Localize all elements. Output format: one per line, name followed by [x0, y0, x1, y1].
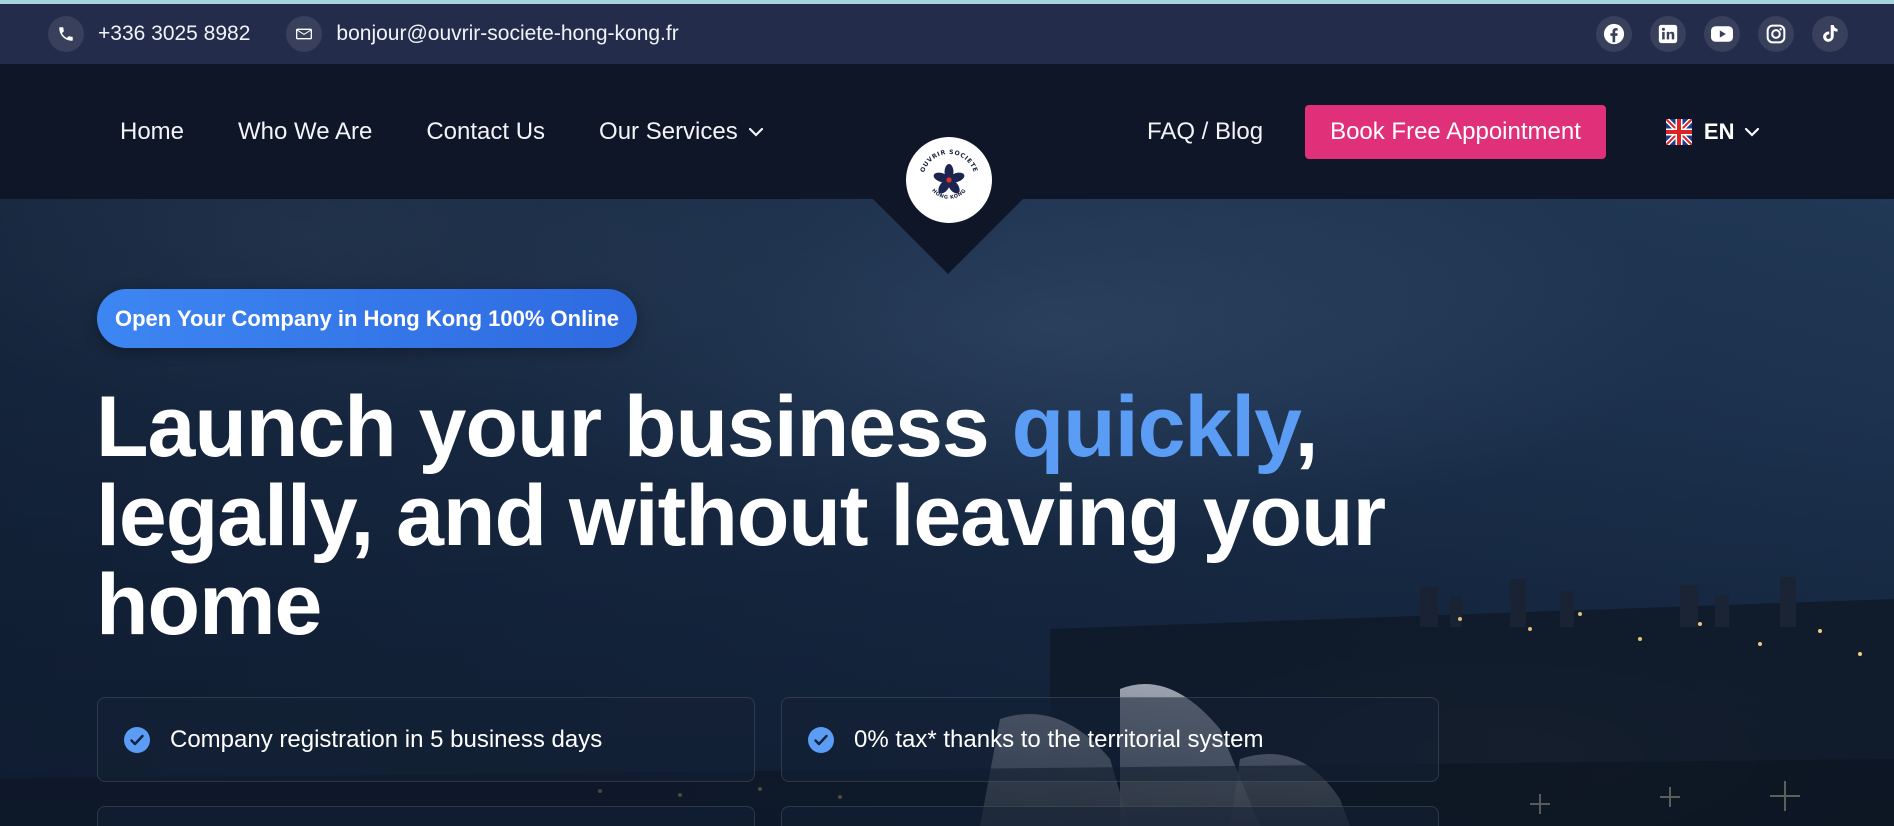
logo-text-bottom: HONG KONG — [930, 188, 967, 201]
feature-text: Company registration in 5 business days — [170, 725, 603, 753]
feature-text: 0% tax* thanks to the territorial system — [854, 725, 1264, 753]
email-address: bonjour@ouvrir-societe-hong-kong.fr — [336, 22, 679, 45]
contact-info: +336 3025 8982 bonjour@ouvrir-societe-ho… — [48, 16, 715, 52]
hero-badge: Open Your Company in Hong Kong 100% Onli… — [97, 289, 638, 348]
linkedin-icon[interactable] — [1650, 16, 1686, 52]
nav-right-links: FAQ / Blog Book Free Appointment EN — [1147, 64, 1760, 199]
feature-card: 0% tax* thanks to the territorial system — [781, 697, 1439, 782]
nav-home[interactable]: Home — [120, 118, 184, 146]
top-contact-bar: +336 3025 8982 bonjour@ouvrir-societe-ho… — [0, 4, 1894, 64]
chevron-down-icon — [1745, 127, 1760, 137]
company-logo[interactable]: OUVRIR SOCIETE HONG KONG — [906, 137, 992, 223]
svg-text:HONG KONG: HONG KONG — [930, 188, 967, 201]
nav-contact-us[interactable]: Contact Us — [426, 118, 545, 146]
check-circle-icon — [124, 726, 150, 753]
social-links — [1578, 16, 1848, 52]
feature-card: Company registration in 5 business days — [97, 697, 755, 782]
hero-section: Open Your Company in Hong Kong 100% Onli… — [0, 199, 1894, 826]
nav-left-links: Home Who We Are Contact Us Our Services — [120, 64, 818, 199]
headline-highlight: quickly — [1011, 379, 1296, 475]
facebook-icon[interactable] — [1596, 16, 1632, 52]
tiktok-icon[interactable] — [1812, 16, 1848, 52]
envelope-icon — [286, 16, 323, 52]
nav-who-we-are[interactable]: Who We Are — [238, 118, 372, 146]
feature-card-partial — [781, 806, 1439, 826]
language-code: EN — [1703, 118, 1735, 144]
plum-blossom-logo-icon: OUVRIR SOCIETE HONG KONG — [919, 149, 978, 201]
feature-card-partial — [97, 806, 755, 826]
book-appointment-button[interactable]: Book Free Appointment — [1305, 104, 1606, 159]
nav-our-services-label: Our Services — [599, 117, 738, 145]
check-circle-icon — [808, 726, 834, 753]
headline-part-1: Launch your business — [96, 379, 1012, 475]
uk-flag-icon — [1665, 118, 1692, 145]
email-contact[interactable]: bonjour@ouvrir-societe-hong-kong.fr — [286, 16, 679, 52]
nav-faq-blog[interactable]: FAQ / Blog — [1147, 118, 1263, 146]
phone-number: +336 3025 8982 — [98, 22, 251, 45]
youtube-icon[interactable] — [1704, 16, 1740, 52]
phone-icon — [48, 16, 84, 52]
chevron-down-icon — [748, 127, 763, 137]
phone-contact[interactable]: +336 3025 8982 — [48, 16, 250, 52]
nav-our-services[interactable]: Our Services — [599, 118, 764, 146]
instagram-icon[interactable] — [1758, 16, 1794, 52]
hero-headline: Launch your business quickly, legally, a… — [96, 383, 1516, 650]
language-selector[interactable]: EN — [1665, 118, 1761, 145]
